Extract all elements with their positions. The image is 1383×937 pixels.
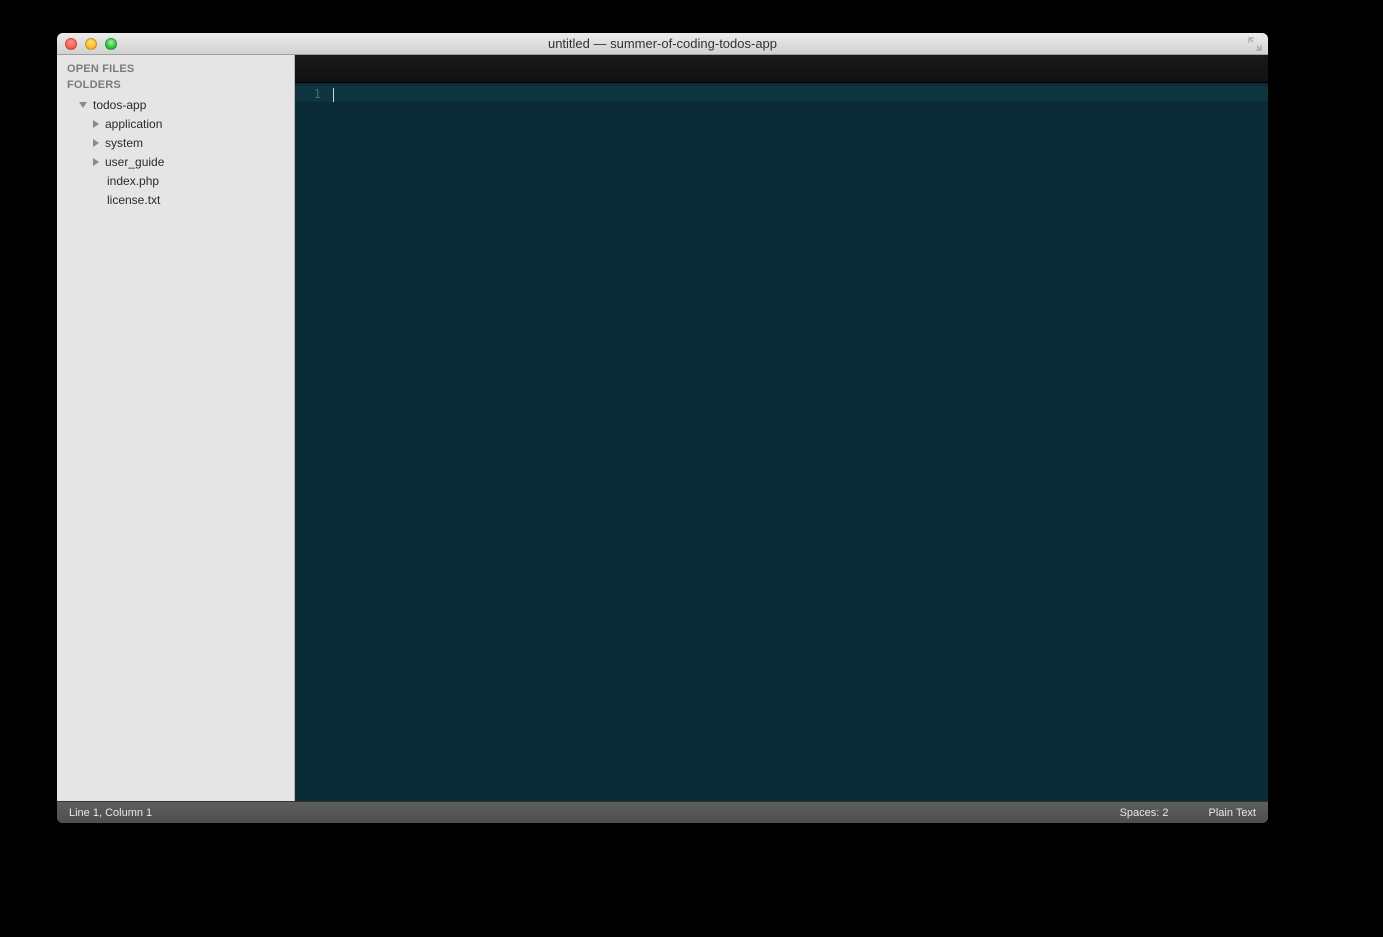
folder-root-todos-app[interactable]: todos-app xyxy=(57,95,294,114)
text-cursor-icon xyxy=(333,88,334,102)
code-line-1[interactable] xyxy=(331,86,1268,102)
gutter: 1 xyxy=(295,83,331,801)
code-content[interactable] xyxy=(331,83,1268,801)
spacer-icon xyxy=(93,196,101,204)
tree-item-label: index.php xyxy=(107,174,159,188)
fullscreen-icon[interactable] xyxy=(1248,37,1262,51)
tree-item-label: system xyxy=(105,136,143,150)
spacer-icon xyxy=(93,177,101,185)
folder-application[interactable]: application xyxy=(57,114,294,133)
sidebar: OPEN FILES FOLDERS todos-app application… xyxy=(57,55,295,801)
chevron-right-icon xyxy=(93,120,99,128)
close-window-button[interactable] xyxy=(65,38,77,50)
traffic-lights xyxy=(57,38,117,50)
tree-item-label: license.txt xyxy=(107,193,160,207)
folder-user-guide[interactable]: user_guide xyxy=(57,152,294,171)
minimize-window-button[interactable] xyxy=(85,38,97,50)
line-number: 1 xyxy=(295,86,331,102)
status-position[interactable]: Line 1, Column 1 xyxy=(69,807,152,819)
folder-tree: todos-app application system user_guide … xyxy=(57,93,294,209)
chevron-down-icon xyxy=(79,102,87,108)
file-license-txt[interactable]: license.txt xyxy=(57,190,294,209)
titlebar[interactable]: untitled — summer-of-coding-todos-app xyxy=(57,33,1268,55)
editor-window: untitled — summer-of-coding-todos-app OP… xyxy=(57,33,1268,823)
editor-area: 1 xyxy=(295,55,1268,801)
chevron-right-icon xyxy=(93,139,99,147)
tree-item-label: user_guide xyxy=(105,155,164,169)
window-title: untitled — summer-of-coding-todos-app xyxy=(57,36,1268,51)
status-indentation[interactable]: Spaces: 2 xyxy=(1120,807,1169,819)
editor-body[interactable]: 1 xyxy=(295,83,1268,801)
window-body: OPEN FILES FOLDERS todos-app application… xyxy=(57,55,1268,801)
tab-bar[interactable] xyxy=(295,55,1268,83)
tree-item-label: todos-app xyxy=(93,98,146,112)
folder-system[interactable]: system xyxy=(57,133,294,152)
zoom-window-button[interactable] xyxy=(105,38,117,50)
folders-header[interactable]: FOLDERS xyxy=(57,77,294,93)
chevron-right-icon xyxy=(93,158,99,166)
tree-item-label: application xyxy=(105,117,162,131)
status-syntax[interactable]: Plain Text xyxy=(1209,807,1257,819)
file-index-php[interactable]: index.php xyxy=(57,171,294,190)
statusbar: Line 1, Column 1 Spaces: 2 Plain Text xyxy=(57,801,1268,823)
open-files-header[interactable]: OPEN FILES xyxy=(57,61,294,77)
